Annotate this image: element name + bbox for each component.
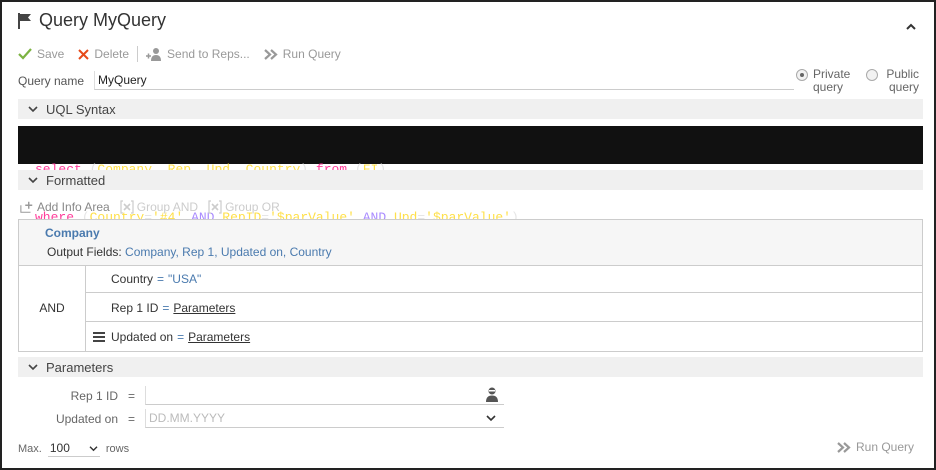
- logical-operator[interactable]: AND: [19, 265, 86, 351]
- add-info-area-label: Add Info Area: [37, 200, 110, 214]
- condition-row[interactable]: Updated on = Parameters: [86, 323, 922, 351]
- close-icon: [78, 48, 90, 60]
- condition-value[interactable]: "USA": [168, 272, 201, 286]
- public-query-radio[interactable]: Public query: [866, 68, 919, 94]
- title-text: Query MyQuery: [39, 10, 167, 30]
- run-query-bottom-button[interactable]: Run Query: [837, 440, 914, 454]
- add-info-area-button[interactable]: Add Info Area: [20, 200, 110, 214]
- save-label: Save: [37, 47, 65, 61]
- chevron-down-icon: [28, 177, 38, 184]
- person-icon[interactable]: [486, 387, 498, 402]
- send-to-reps-button[interactable]: Send to Reps...: [146, 47, 250, 61]
- toolbar: Save Delete Send to Reps... Run Query: [18, 46, 355, 62]
- condition-row[interactable]: Country = "USA": [86, 265, 922, 293]
- param-operator: =: [128, 389, 136, 403]
- formatted-label: Formatted: [46, 172, 106, 188]
- drag-handle-icon[interactable]: [93, 331, 105, 343]
- group-and-button[interactable]: Group AND: [120, 200, 198, 214]
- toolbar-divider: [137, 46, 139, 62]
- param-label: Updated on: [55, 412, 118, 426]
- condition-operator: =: [162, 300, 170, 315]
- fast-forward-icon: [837, 441, 851, 453]
- max-rows-select[interactable]: 100: [47, 440, 100, 457]
- add-person-icon: [146, 48, 162, 61]
- fast-forward-icon: [264, 48, 278, 60]
- public-query-label: Public query: [886, 67, 919, 94]
- query-name-input[interactable]: [94, 71, 794, 90]
- parameters-label: Parameters: [46, 359, 114, 375]
- query-name-label: Query name: [18, 74, 85, 88]
- radio-selected-icon: [796, 69, 808, 81]
- chevron-up-icon[interactable]: [905, 22, 917, 32]
- chevron-down-icon: [28, 106, 38, 113]
- group-or-label: Group OR: [225, 200, 280, 214]
- chevron-down-icon[interactable]: [486, 414, 496, 422]
- output-fields-value[interactable]: Company, Rep 1, Updated on, Country: [125, 245, 332, 259]
- group-or-button[interactable]: Group OR: [208, 200, 280, 214]
- flag-icon: [18, 12, 31, 29]
- param-label: Rep 1 ID: [70, 389, 118, 403]
- send-label: Send to Reps...: [167, 47, 250, 61]
- radio-empty-icon: [866, 69, 878, 81]
- updated-on-input[interactable]: [145, 409, 504, 428]
- add-box-icon: [20, 201, 33, 213]
- max-rows: Max. 100 rows: [18, 440, 129, 457]
- condition-value-link[interactable]: Parameters: [188, 330, 250, 344]
- run-label: Run Query: [282, 47, 341, 61]
- output-fields: Output Fields: Company, Rep 1, Updated o…: [47, 245, 332, 259]
- condition-operator: =: [177, 330, 185, 344]
- condition-field: Country: [111, 271, 154, 286]
- page-title: Query MyQuery: [18, 10, 166, 31]
- max-rows-value: 100: [49, 441, 70, 455]
- uql-syntax-header[interactable]: UQL Syntax: [18, 99, 923, 119]
- group-x-icon: [208, 200, 222, 214]
- condition-field: Rep 1 ID: [111, 300, 159, 315]
- group-and-label: Group AND: [136, 200, 199, 214]
- max-label: Max.: [18, 442, 42, 455]
- delete-button[interactable]: Delete: [78, 47, 129, 61]
- info-area-header[interactable]: Company Output Fields: Company, Rep 1, U…: [19, 220, 922, 266]
- rep-id-input[interactable]: [145, 386, 504, 405]
- param-operator: =: [128, 412, 136, 426]
- chevron-down-icon: [89, 445, 98, 451]
- run-query-label: Run Query: [856, 440, 915, 454]
- uql-syntax-label: UQL Syntax: [46, 101, 116, 117]
- info-area-table: Company Output Fields: Company, Rep 1, U…: [18, 219, 923, 352]
- rows-label: rows: [105, 442, 130, 455]
- private-query-radio[interactable]: Private query: [796, 68, 857, 94]
- formatted-header[interactable]: Formatted: [18, 170, 923, 190]
- save-button[interactable]: Save: [18, 47, 64, 61]
- uql-code-block[interactable]: select (Company, Rep, Upd, Country) from…: [18, 126, 923, 225]
- private-query-label: Private query: [813, 67, 851, 94]
- output-fields-label: Output Fields:: [47, 245, 122, 259]
- info-area-name[interactable]: Company: [45, 226, 100, 240]
- condition-field: Updated on: [111, 330, 174, 344]
- formatted-toolbar: Add Info Area Group AND Group OR: [20, 200, 280, 214]
- group-x-icon: [120, 200, 134, 214]
- check-icon: [18, 48, 32, 60]
- delete-label: Delete: [94, 47, 130, 61]
- condition-row[interactable]: Rep 1 ID = Parameters: [86, 294, 922, 322]
- run-query-button[interactable]: Run Query: [264, 47, 341, 61]
- chevron-down-icon: [28, 364, 38, 371]
- condition-operator: =: [157, 271, 165, 286]
- query-window: Query MyQuery Save Delete Send to Reps..…: [0, 0, 936, 470]
- parameters-header[interactable]: Parameters: [18, 357, 923, 377]
- condition-value-link[interactable]: Parameters: [173, 301, 235, 315]
